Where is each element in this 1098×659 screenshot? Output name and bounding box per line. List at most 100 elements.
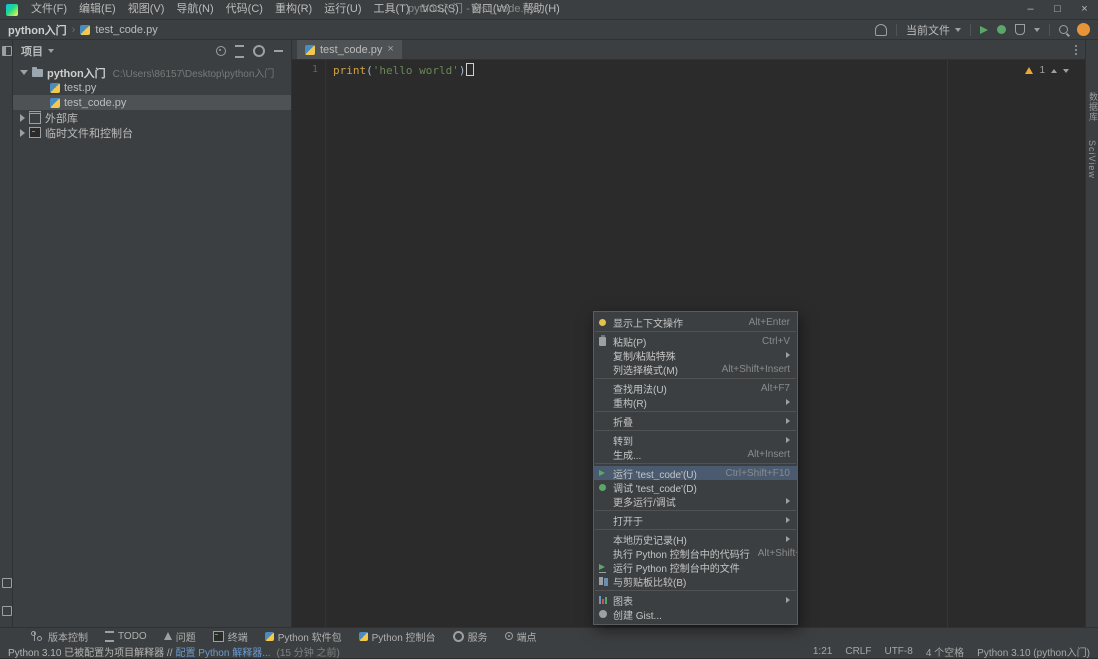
tab-options-icon[interactable]: [1075, 45, 1077, 55]
tree-row-test-py[interactable]: test.py: [13, 80, 291, 95]
chevron-down-icon: [48, 49, 54, 53]
tool-button-python-console[interactable]: Python 控制台: [359, 629, 436, 644]
menu-item-paste[interactable]: 粘贴(P) Ctrl+V: [594, 334, 797, 348]
tool-button-version-control[interactable]: 版本控制: [34, 629, 88, 644]
endpoints-icon: [505, 632, 513, 640]
project-panel-title[interactable]: 项目: [21, 43, 43, 59]
previous-problem-icon[interactable]: [1051, 69, 1057, 73]
project-root-path: C:\Users\86157\Desktop\python入门: [113, 65, 275, 80]
tool-button-todo[interactable]: TODO: [105, 631, 147, 642]
more-run-options-icon[interactable]: [1034, 28, 1040, 32]
code-token-paren: (: [366, 64, 373, 77]
menu-separator: [595, 463, 796, 464]
menu-item-execute-line-in-console[interactable]: 执行 Python 控制台中的代码行 Alt+Shift+E: [594, 546, 797, 560]
menu-separator: [595, 510, 796, 511]
maximize-button[interactable]: □: [1044, 0, 1071, 19]
menu-item-find-usages[interactable]: 查找用法(U) Alt+F7: [594, 381, 797, 395]
menu-item-run-test-code[interactable]: 运行 'test_code'(U) Ctrl+Shift+F10: [594, 466, 797, 480]
tree-row-project-root[interactable]: python入门 C:\Users\86157\Desktop\python入门: [13, 65, 291, 80]
collapse-all-icon[interactable]: [235, 45, 244, 58]
chevron-right-icon[interactable]: [20, 129, 25, 137]
breadcrumb-project[interactable]: python入门: [8, 22, 67, 38]
python-file-icon: [50, 83, 60, 93]
interpreter-widget[interactable]: Python 3.10 (python入门): [977, 644, 1090, 659]
menu-item-diagrams[interactable]: 图表: [594, 593, 797, 607]
tool-button-database[interactable]: 数据库: [1087, 92, 1098, 122]
python-icon: [359, 632, 368, 641]
configure-interpreter-link[interactable]: 配置 Python 解释器...: [176, 644, 271, 659]
profile-icon[interactable]: [875, 24, 887, 36]
chevron-right-icon[interactable]: [20, 114, 25, 122]
tree-row-external-libraries[interactable]: 外部库: [13, 110, 291, 125]
menu-file[interactable]: 文件(F): [25, 0, 73, 19]
menu-item-copy-paste-special[interactable]: 复制/粘贴特殊: [594, 348, 797, 362]
menu-item-more-run-debug[interactable]: 更多运行/调试: [594, 494, 797, 508]
chevron-down-icon[interactable]: [20, 70, 28, 75]
menu-item-compare-with-clipboard[interactable]: 与剪贴板比较(B): [594, 574, 797, 588]
next-problem-icon[interactable]: [1063, 69, 1069, 73]
menu-item-go-to[interactable]: 转到: [594, 433, 797, 447]
python-file-icon: [80, 25, 90, 35]
structure-tool-icon[interactable]: [2, 578, 12, 588]
left-tool-stripe: [0, 40, 13, 628]
menu-item-generate[interactable]: 生成... Alt+Insert: [594, 447, 797, 461]
run-button[interactable]: [980, 26, 988, 34]
menu-item-local-history[interactable]: 本地历史记录(H): [594, 532, 797, 546]
menu-item-column-selection-mode[interactable]: 列选择模式(M) Alt+Shift+Insert: [594, 362, 797, 376]
caret-position-widget[interactable]: 1:21: [813, 646, 832, 657]
gear-icon[interactable]: [253, 45, 265, 57]
right-tool-stripe: 数据库 SciView: [1085, 40, 1098, 628]
breadcrumb: python入门 › test_code.py: [8, 22, 158, 38]
menu-run[interactable]: 运行(U): [318, 0, 367, 19]
line-ending-widget[interactable]: CRLF: [845, 646, 871, 657]
search-icon[interactable]: [1059, 25, 1068, 34]
code-token-string: 'hello world': [373, 64, 459, 77]
menu-code[interactable]: 代码(C): [220, 0, 269, 19]
menu-item-folding[interactable]: 折叠: [594, 414, 797, 428]
locate-file-icon[interactable]: [216, 46, 226, 56]
profiler-icon[interactable]: [1015, 24, 1025, 35]
menu-view[interactable]: 视图(V): [122, 0, 171, 19]
minimize-button[interactable]: –: [1017, 0, 1044, 19]
menu-item-debug-test-code[interactable]: 调试 'test_code'(D): [594, 480, 797, 494]
tool-button-endpoints[interactable]: 端点: [505, 629, 537, 644]
hide-panel-icon[interactable]: [274, 50, 283, 52]
tool-button-sciview[interactable]: SciView: [1087, 140, 1097, 179]
branch-icon: [34, 632, 44, 641]
tool-button-services[interactable]: 服务: [453, 629, 488, 644]
menu-edit[interactable]: 编辑(E): [73, 0, 122, 19]
window-title: python入门 - test_code.py: [408, 0, 535, 19]
text-caret: [466, 63, 474, 76]
menu-navigate[interactable]: 导航(N): [170, 0, 219, 19]
menu-item-open-in[interactable]: 打开于: [594, 513, 797, 527]
avatar[interactable]: [1077, 23, 1090, 36]
encoding-widget[interactable]: UTF-8: [884, 646, 912, 657]
project-panel-header: 项目: [13, 40, 291, 62]
tree-row-test-code-py[interactable]: test_code.py: [13, 95, 291, 110]
close-icon[interactable]: ×: [387, 44, 393, 55]
tab-test-code-py[interactable]: test_code.py ×: [297, 40, 402, 59]
project-tool-icon[interactable]: [2, 46, 12, 56]
menu-item-create-gist[interactable]: 创建 Gist...: [594, 607, 797, 621]
menu-separator: [595, 529, 796, 530]
close-button[interactable]: ×: [1071, 0, 1098, 19]
tool-button-terminal[interactable]: 终端: [213, 629, 248, 644]
menu-item-refactor[interactable]: 重构(R): [594, 395, 797, 409]
tool-button-python-packages[interactable]: Python 软件包: [265, 629, 342, 644]
run-configuration-selector[interactable]: 当前文件: [906, 22, 961, 38]
breadcrumb-file[interactable]: test_code.py: [95, 24, 157, 36]
python-file-icon: [305, 45, 315, 55]
editor-gutter[interactable]: 1: [292, 60, 326, 628]
favorites-tool-icon[interactable]: [2, 606, 12, 616]
warning-count: 1: [1039, 65, 1045, 76]
menu-item-show-context-actions[interactable]: 显示上下文操作 Alt+Enter: [594, 315, 797, 329]
indent-widget[interactable]: 4 个空格: [926, 644, 964, 659]
inspections-widget[interactable]: 1: [1025, 65, 1069, 76]
tree-row-scratches[interactable]: 临时文件和控制台: [13, 125, 291, 140]
file-label: test_code.py: [64, 97, 126, 109]
pycharm-logo-icon: [6, 4, 18, 16]
debug-button[interactable]: [997, 25, 1006, 34]
menu-refactor[interactable]: 重构(R): [269, 0, 318, 19]
menu-item-run-file-in-console[interactable]: 运行 Python 控制台中的文件: [594, 560, 797, 574]
tool-button-problems[interactable]: 问题: [164, 629, 196, 644]
